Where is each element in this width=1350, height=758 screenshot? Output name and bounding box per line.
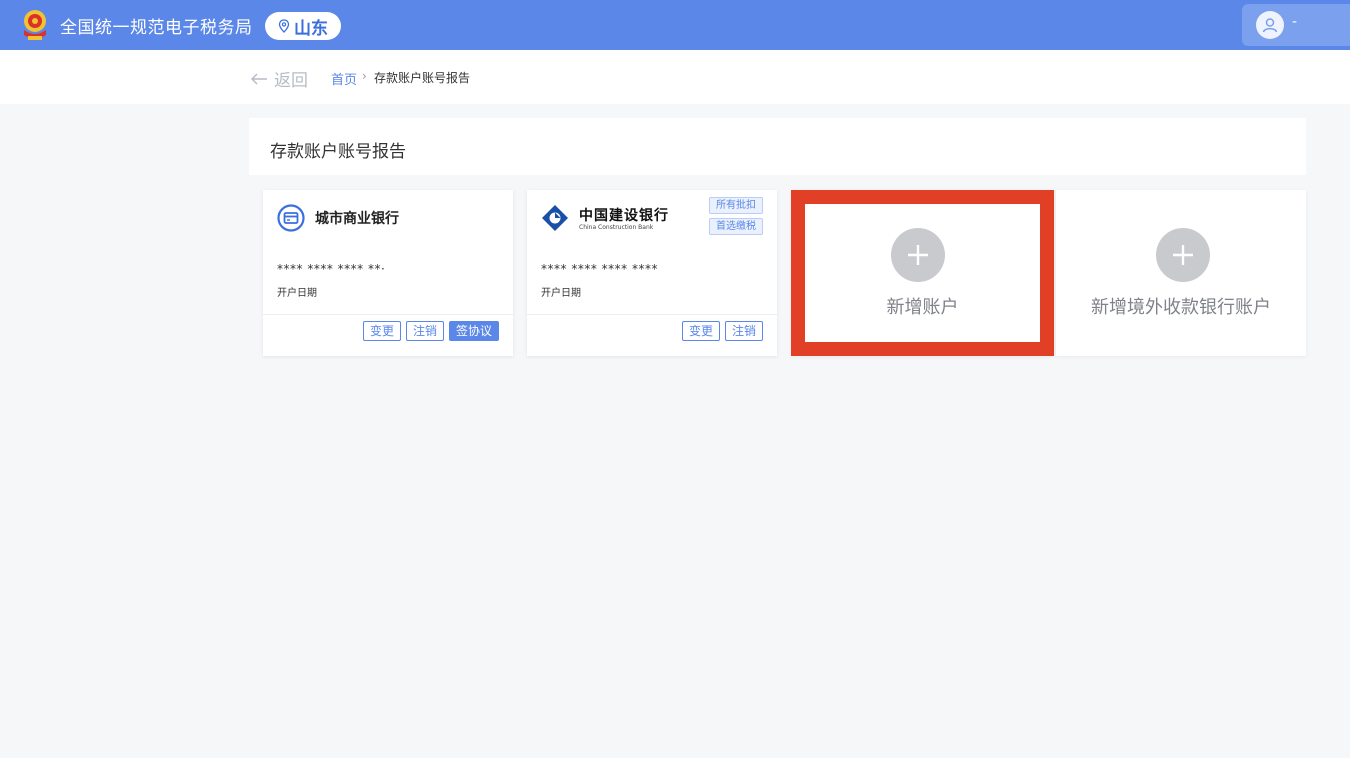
add-account-label: 新增账户 — [886, 297, 959, 318]
open-date-label: 开户日期 — [277, 288, 317, 299]
site-title: 全国统一规范电子税务局 — [60, 18, 253, 38]
back-label: 返回 — [274, 71, 308, 91]
open-date-label: 开户日期 — [541, 288, 581, 299]
bank-account-card: 中国建设银行 China Construction Bank 所有批扣 首选缴税… — [527, 190, 777, 356]
add-foreign-account-label: 新增境外收款银行账户 — [1091, 297, 1271, 318]
top-header: 全国统一规范电子税务局 山东 - — [0, 0, 1350, 50]
section-header: 存款账户账号报告 — [249, 118, 1306, 175]
arrow-left-icon — [250, 72, 267, 85]
user-menu[interactable]: - — [1242, 4, 1350, 46]
region-selector[interactable]: 山东 — [265, 12, 341, 40]
plus-icon — [891, 228, 945, 282]
add-foreign-account-card[interactable]: 新增境外收款银行账户 — [1056, 190, 1306, 356]
change-button[interactable]: 变更 — [362, 321, 401, 341]
tax-emblem-icon — [24, 10, 46, 40]
avatar[interactable] — [1256, 11, 1284, 39]
back-button[interactable]: 返回 — [250, 66, 308, 91]
tag-batch-debit: 所有批扣 — [709, 197, 763, 214]
sign-agreement-button[interactable]: 签协议 — [448, 321, 499, 341]
breadcrumb: 返回 首页 › 存款账户账号报告 — [0, 50, 1350, 104]
card-divider — [527, 314, 777, 315]
cancel-account-button[interactable]: 注销 — [405, 321, 444, 341]
bank-account-card: 城市商业银行 **** **** **** **· 开户日期 变更 注销 签协议 — [263, 190, 513, 356]
breadcrumb-home-link[interactable]: 首页 — [331, 69, 357, 88]
page-title: 存款账户账号报告 — [270, 142, 406, 162]
location-pin-icon — [278, 19, 290, 33]
card-divider — [263, 314, 513, 315]
breadcrumb-separator: › — [362, 69, 367, 83]
breadcrumb-current: 存款账户账号报告 — [374, 71, 471, 85]
ccb-logo-icon — [542, 205, 568, 231]
bank-name-english: China Construction Bank — [579, 224, 654, 231]
user-icon — [1262, 18, 1278, 33]
plus-icon — [1156, 228, 1210, 282]
region-label: 山东 — [294, 18, 328, 39]
account-number: **** **** **** **** — [541, 262, 658, 276]
bank-name: 中国建设银行 — [579, 208, 669, 224]
account-number: **** **** **** **· — [277, 262, 386, 276]
tag-preferred-tax: 首选缴税 — [709, 218, 763, 235]
change-button[interactable]: 变更 — [681, 321, 720, 341]
user-name: - — [1292, 14, 1298, 30]
bank-card-icon — [277, 204, 305, 232]
bank-name: 城市商业银行 — [315, 211, 399, 227]
add-account-card[interactable]: 新增账户 — [791, 190, 1054, 356]
cancel-account-button[interactable]: 注销 — [724, 321, 763, 341]
